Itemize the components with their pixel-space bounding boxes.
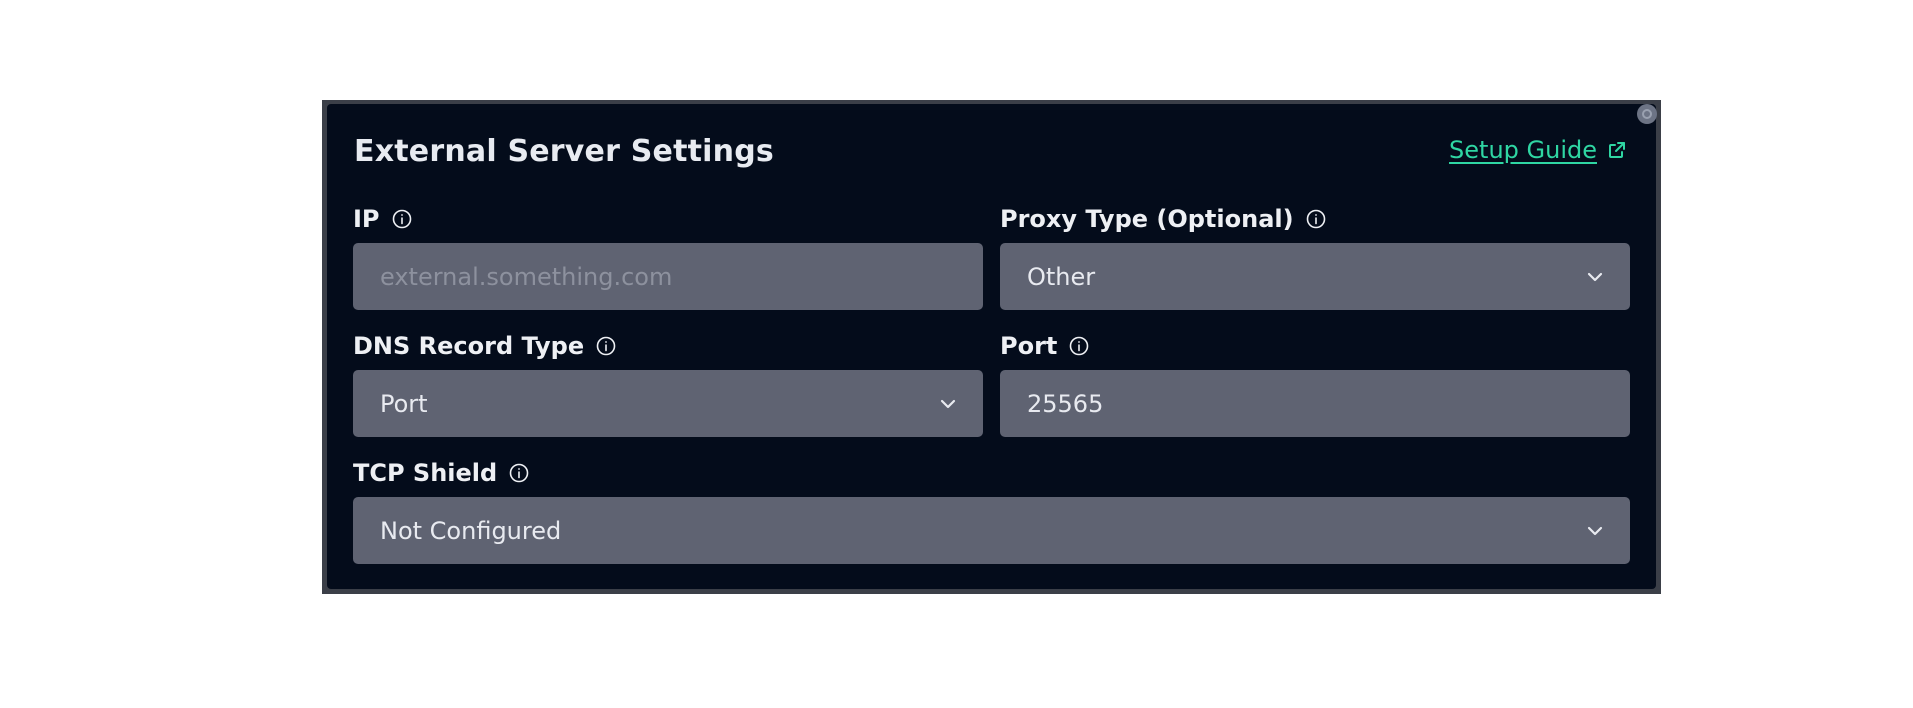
dns-record-type-value: Port — [380, 389, 428, 418]
info-icon[interactable] — [1069, 336, 1089, 356]
dns-record-type-label-group: DNS Record Type — [353, 332, 616, 360]
port-label: Port — [1000, 332, 1058, 360]
proxy-type-select[interactable]: Other — [1000, 243, 1630, 310]
dns-record-type-label: DNS Record Type — [353, 332, 585, 360]
ip-label-group: IP — [353, 205, 412, 233]
ip-input[interactable] — [380, 262, 983, 291]
chevron-down-icon — [1587, 526, 1603, 535]
info-icon[interactable] — [1306, 209, 1326, 229]
info-icon[interactable] — [509, 463, 529, 483]
info-icon[interactable] — [596, 336, 616, 356]
setup-guide-link[interactable]: Setup Guide — [1449, 136, 1627, 164]
tcp-shield-select[interactable]: Not Configured — [353, 497, 1630, 564]
ip-field[interactable] — [353, 243, 983, 310]
port-input[interactable] — [1027, 389, 1630, 418]
info-icon[interactable] — [392, 209, 412, 229]
panel-handle-inner — [1642, 109, 1652, 119]
proxy-type-label: Proxy Type (Optional) — [1000, 205, 1294, 233]
dns-record-type-select[interactable]: Port — [353, 370, 983, 437]
setup-guide-label: Setup Guide — [1449, 136, 1597, 164]
tcp-shield-label-group: TCP Shield — [353, 459, 529, 487]
chevron-down-icon — [1587, 272, 1603, 281]
panel-title: External Server Settings — [354, 134, 774, 169]
tcp-shield-value: Not Configured — [380, 516, 562, 545]
external-link-icon — [1609, 142, 1625, 158]
panel-handle-icon[interactable] — [1637, 104, 1657, 124]
ip-label: IP — [353, 205, 380, 233]
proxy-type-label-group: Proxy Type (Optional) — [1000, 205, 1326, 233]
port-label-group: Port — [1000, 332, 1089, 360]
port-field[interactable] — [1000, 370, 1630, 437]
chevron-down-icon — [940, 399, 956, 408]
proxy-type-value: Other — [1027, 262, 1096, 291]
tcp-shield-label: TCP Shield — [353, 459, 498, 487]
